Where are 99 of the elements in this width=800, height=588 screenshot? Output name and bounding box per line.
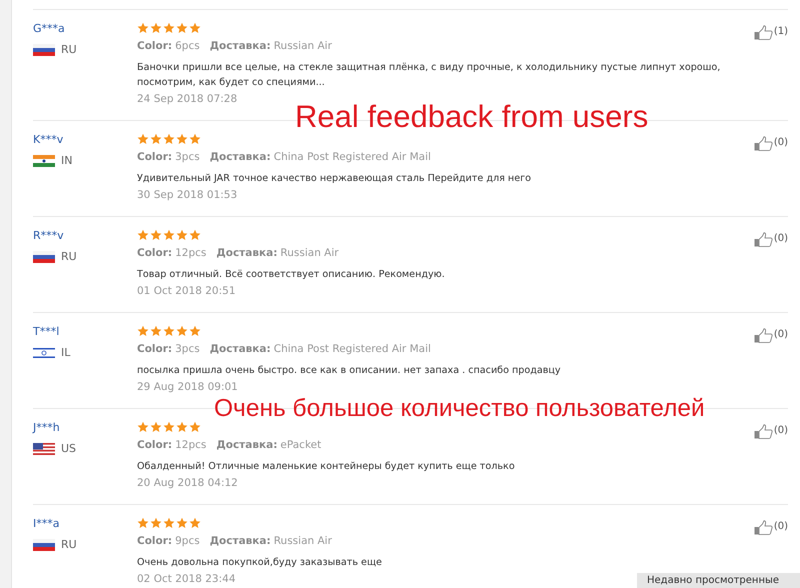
delivery-value: Russian Air — [274, 39, 332, 54]
country-code: RU — [61, 538, 77, 552]
user-name[interactable]: G***a — [33, 22, 65, 36]
star-icon — [137, 22, 149, 34]
star-icon — [176, 22, 188, 34]
star-icon — [189, 325, 201, 337]
country-code: IL — [61, 346, 70, 360]
thumbs-up-icon[interactable] — [754, 136, 773, 151]
star-icon — [176, 325, 188, 337]
review-text: Баночки пришли все целые, на стекле защитная плёнка, с виду прочные, к холодильнику пустые липнут хорошо, посмотрим, как будет со специями... — [137, 61, 722, 90]
delivery-value: ePacket — [280, 438, 322, 453]
review-date: 20 Aug 2018 04:12 — [137, 476, 238, 491]
like-count: (0) — [774, 232, 788, 246]
recently-viewed-tab[interactable]: Недавно просмотренные — [637, 573, 800, 588]
star-icon — [150, 421, 162, 433]
flag-icon — [33, 539, 55, 551]
review-date: 01 Oct 2018 20:51 — [137, 284, 236, 299]
star-icon — [189, 22, 201, 34]
star-icon — [163, 133, 175, 145]
star-icon — [150, 229, 162, 241]
review-date: 02 Oct 2018 23:44 — [137, 572, 236, 587]
star-icon — [189, 133, 201, 145]
country-code: RU — [61, 250, 77, 264]
review-date: 24 Sep 2018 07:28 — [137, 92, 238, 107]
delivery-value: Russian Air — [274, 534, 332, 549]
like-count: (0) — [774, 520, 788, 534]
color-label: Color: — [137, 438, 172, 453]
thumbs-up-icon[interactable] — [754, 25, 773, 40]
star-icon — [176, 229, 188, 241]
delivery-label: Доставка: — [210, 39, 271, 54]
delivery-label: Доставка: — [216, 438, 278, 453]
star-icon — [189, 421, 201, 433]
country-code: IN — [61, 154, 72, 168]
delivery-label: Доставка: — [216, 246, 278, 261]
color-value: 9pcs — [175, 534, 200, 549]
review-text: Удивительный JAR точное качество нержавеющая сталь Перейдите для него — [137, 172, 532, 186]
star-icon — [189, 517, 201, 529]
color-label: Color: — [137, 39, 172, 54]
country-code: RU — [61, 43, 77, 57]
color-value: 12pcs — [175, 438, 206, 453]
delivery-value: Russian Air — [280, 246, 339, 261]
star-icon — [163, 22, 175, 34]
star-icon — [137, 517, 149, 529]
color-value: 6pcs — [175, 39, 200, 54]
like-count: (1) — [774, 25, 788, 39]
star-icon — [163, 229, 175, 241]
user-name[interactable]: I***a — [33, 517, 60, 531]
like-count: (0) — [774, 136, 788, 150]
like-count: (0) — [774, 328, 788, 342]
star-icon — [176, 133, 188, 145]
delivery-value: China Post Registered Air Mail — [274, 150, 431, 165]
star-icon — [137, 133, 149, 145]
star-icon — [137, 229, 149, 241]
user-name[interactable]: T***l — [33, 325, 60, 339]
star-icon — [150, 517, 162, 529]
color-label: Color: — [137, 534, 172, 549]
star-icon — [176, 517, 188, 529]
thumbs-up-icon[interactable] — [754, 328, 773, 343]
color-label: Color: — [137, 246, 172, 261]
overlay-caption: Очень большое количество пользователей — [214, 394, 705, 424]
flag-icon — [33, 155, 55, 167]
flag-icon — [33, 443, 55, 455]
color-label: Color: — [137, 342, 172, 357]
star-icon — [163, 325, 175, 337]
delivery-label: Доставка: — [210, 342, 271, 357]
star-icon — [150, 325, 162, 337]
review-text: Товар отличный. Всё соответствует описанию. Рекомендую. — [137, 268, 445, 282]
delivery-label: Доставка: — [210, 534, 271, 549]
review-date: 30 Sep 2018 01:53 — [137, 188, 238, 203]
star-icon — [176, 421, 188, 433]
color-value: 3pcs — [175, 150, 200, 165]
flag-icon — [33, 44, 55, 56]
color-value: 12pcs — [175, 246, 206, 261]
star-icon — [163, 517, 175, 529]
color-value: 3pcs — [175, 342, 200, 357]
delivery-label: Доставка: — [210, 150, 271, 165]
user-name[interactable]: J***h — [33, 421, 60, 435]
thumbs-up-icon[interactable] — [754, 232, 773, 247]
review-text: Обалденный! Отличные маленькие контейнеры будет купить еще только — [137, 460, 515, 474]
like-count: (0) — [774, 424, 788, 438]
delivery-value: China Post Registered Air Mail — [274, 342, 431, 357]
star-icon — [150, 22, 162, 34]
user-name[interactable]: R***v — [33, 229, 64, 243]
star-icon — [150, 133, 162, 145]
flag-icon — [33, 251, 55, 263]
star-icon — [189, 229, 201, 241]
review-text: посылка пришла очень быстро. все как в описании. нет запаха . спасибо продавцу — [137, 364, 561, 378]
user-name[interactable]: K***v — [33, 133, 64, 147]
review-text: Очень довольна покупкой,буду заказывать еще — [137, 556, 382, 570]
star-icon — [137, 325, 149, 337]
overlay-caption: Real feedback from users — [295, 98, 648, 136]
star-icon — [137, 421, 149, 433]
country-code: US — [61, 442, 76, 456]
color-label: Color: — [137, 150, 172, 165]
star-icon — [163, 421, 175, 433]
thumbs-up-icon[interactable] — [754, 520, 773, 535]
thumbs-up-icon[interactable] — [754, 424, 773, 439]
flag-icon — [33, 347, 55, 359]
review-date: 29 Aug 2018 09:01 — [137, 380, 238, 395]
